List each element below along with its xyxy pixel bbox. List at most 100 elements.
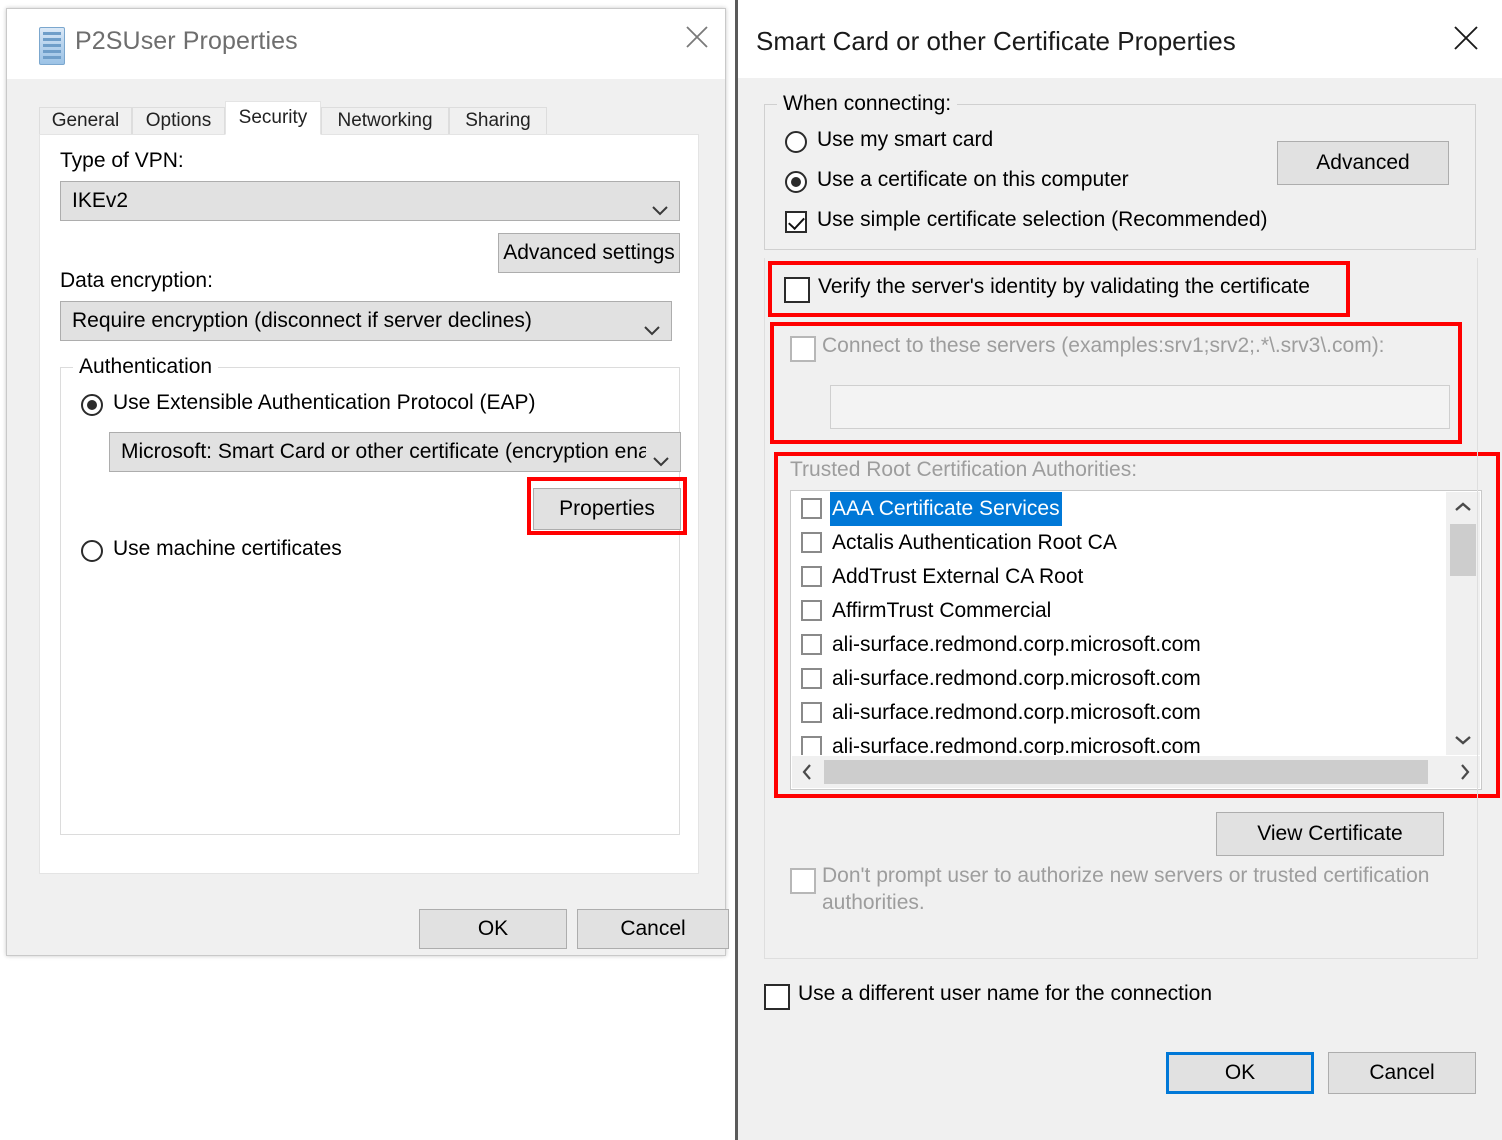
tab-sharing[interactable]: Sharing	[449, 107, 547, 135]
list-item-label: ali-surface.redmond.corp.microsoft.com	[832, 701, 1201, 724]
use-certificate-radio[interactable]	[785, 171, 807, 193]
scroll-right-icon[interactable]	[1450, 756, 1480, 788]
simple-selection-checkbox[interactable]	[785, 211, 807, 233]
left-dialog-titlebar: P2SUser Properties	[7, 9, 725, 79]
certificate-properties-dialog: Smart Card or other Certificate Properti…	[735, 0, 1502, 1140]
trusted-roots-label: Trusted Root Certification Authorities:	[790, 458, 1138, 481]
chevron-down-icon	[643, 313, 661, 340]
connect-servers-checkbox[interactable]	[790, 336, 816, 362]
advanced-settings-label: Advanced settings	[503, 241, 675, 264]
tab-security[interactable]: Security	[225, 101, 321, 135]
left-cancel-button[interactable]: Cancel	[577, 909, 729, 949]
trusted-roots-listbox[interactable]: AAA Certificate Services Actalis Authent…	[790, 490, 1482, 790]
authentication-group-title: Authentication	[73, 355, 219, 379]
left-dialog-title: P2SUser Properties	[75, 27, 298, 55]
scroll-left-icon[interactable]	[792, 756, 822, 788]
verify-server-label: Verify the server's identity by validati…	[818, 275, 1310, 298]
different-username-label: Use a different user name for the connec…	[798, 982, 1213, 1005]
list-item[interactable]: ali-surface.redmond.corp.microsoft.com	[792, 696, 1445, 730]
right-ok-button[interactable]: OK	[1166, 1052, 1314, 1094]
list-item-checkbox[interactable]	[801, 634, 822, 655]
list-item-label: Actalis Authentication Root CA	[832, 531, 1117, 554]
vpn-type-value: IKEv2	[72, 189, 129, 212]
use-smart-card-label: Use my smart card	[817, 128, 994, 151]
connect-servers-label: Connect to these servers (examples:srv1;…	[822, 334, 1385, 357]
when-connecting-group-title: When connecting:	[777, 92, 958, 116]
scroll-up-icon[interactable]	[1446, 492, 1480, 522]
list-item[interactable]: AffirmTrust Commercial	[792, 594, 1445, 628]
left-cancel-label: Cancel	[620, 917, 686, 940]
tabstrip: General Options Security Networking Shar…	[39, 101, 699, 135]
list-item-checkbox[interactable]	[801, 702, 822, 723]
eap-method-select[interactable]: Microsoft: Smart Card or other certifica…	[109, 432, 681, 472]
chevron-down-icon	[652, 444, 670, 471]
list-item-checkbox[interactable]	[801, 736, 822, 755]
eap-radio[interactable]	[81, 394, 103, 416]
list-item[interactable]: AAA Certificate Services	[792, 492, 1445, 526]
chevron-down-icon	[651, 193, 669, 220]
use-smart-card-radio[interactable]	[785, 131, 807, 153]
list-item-checkbox[interactable]	[801, 566, 822, 587]
screen-background: P2SUser Properties General Options Secur…	[0, 0, 1502, 1140]
tab-label: Networking	[337, 110, 433, 131]
different-username-checkbox[interactable]	[764, 984, 790, 1010]
eap-radio-label: Use Extensible Authentication Protocol (…	[113, 391, 536, 414]
list-item-checkbox[interactable]	[801, 668, 822, 689]
tab-options[interactable]: Options	[132, 107, 225, 135]
list-item-label: ali-surface.redmond.corp.microsoft.com	[832, 735, 1201, 755]
dont-prompt-label: Don't prompt user to authorize new serve…	[822, 864, 1430, 914]
simple-selection-label: Use simple certificate selection (Recomm…	[817, 208, 1268, 231]
list-item-label: AddTrust External CA Root	[832, 565, 1084, 588]
verify-server-checkbox[interactable]	[784, 277, 810, 303]
right-ok-label: OK	[1224, 1061, 1256, 1084]
list-item-checkbox[interactable]	[801, 498, 822, 519]
list-item[interactable]: ali-surface.redmond.corp.microsoft.com	[792, 730, 1445, 755]
list-item[interactable]: ali-surface.redmond.corp.microsoft.com	[792, 662, 1445, 696]
scroll-down-icon[interactable]	[1446, 725, 1480, 755]
security-tab-panel: Type of VPN: IKEv2 Advanced settings Dat…	[39, 134, 699, 874]
list-item-label: ali-surface.redmond.corp.microsoft.com	[832, 633, 1201, 656]
tab-label: General	[51, 110, 120, 131]
horizontal-scrollbar[interactable]	[792, 756, 1480, 788]
list-item[interactable]: AddTrust External CA Root	[792, 560, 1445, 594]
tab-label: Options	[145, 110, 212, 131]
dont-prompt-checkbox[interactable]	[790, 868, 816, 894]
advanced-button[interactable]: Advanced	[1277, 141, 1449, 185]
list-item[interactable]: Actalis Authentication Root CA	[792, 526, 1445, 560]
list-item-label: AAA Certificate Services	[830, 492, 1062, 526]
view-certificate-label: View Certificate	[1257, 822, 1403, 845]
server-icon	[39, 27, 65, 65]
list-item[interactable]: ali-surface.redmond.corp.microsoft.com	[792, 628, 1445, 662]
list-item-label: AffirmTrust Commercial	[832, 599, 1052, 622]
advanced-label: Advanced	[1316, 151, 1410, 174]
list-item-checkbox[interactable]	[801, 600, 822, 621]
tab-label: Sharing	[465, 110, 531, 131]
advanced-settings-button[interactable]: Advanced settings	[498, 233, 680, 273]
right-cancel-label: Cancel	[1369, 1061, 1435, 1084]
connect-servers-input[interactable]	[830, 385, 1450, 429]
close-icon[interactable]	[669, 9, 725, 63]
vertical-scrollbar[interactable]	[1446, 492, 1480, 755]
close-icon[interactable]	[1440, 14, 1492, 62]
tab-networking[interactable]: Networking	[321, 107, 449, 135]
list-item-checkbox[interactable]	[801, 532, 822, 553]
right-cancel-button[interactable]: Cancel	[1328, 1052, 1476, 1094]
vpn-properties-dialog: P2SUser Properties General Options Secur…	[6, 8, 729, 956]
left-ok-label: OK	[477, 917, 509, 940]
horizontal-scrollbar-thumb[interactable]	[824, 760, 1428, 784]
eap-properties-label: Properties	[559, 497, 655, 520]
view-certificate-button[interactable]: View Certificate	[1216, 812, 1444, 856]
left-ok-button[interactable]: OK	[419, 909, 567, 949]
machine-certificates-label: Use machine certificates	[113, 537, 342, 560]
when-connecting-group: When connecting: Use my smart card Use a…	[764, 92, 1476, 250]
tab-general[interactable]: General	[39, 107, 132, 135]
authentication-group: Authentication Use Extensible Authentica…	[60, 355, 681, 835]
eap-properties-button[interactable]: Properties	[533, 488, 681, 530]
tab-label: Security	[238, 107, 308, 128]
right-dialog-title: Smart Card or other Certificate Properti…	[756, 26, 1236, 56]
vpn-type-select[interactable]: IKEv2	[60, 181, 680, 221]
data-encryption-select[interactable]: Require encryption (disconnect if server…	[60, 301, 672, 341]
machine-certificates-radio[interactable]	[81, 540, 103, 562]
use-certificate-label: Use a certificate on this computer	[817, 168, 1129, 191]
vertical-scrollbar-thumb[interactable]	[1450, 524, 1476, 576]
